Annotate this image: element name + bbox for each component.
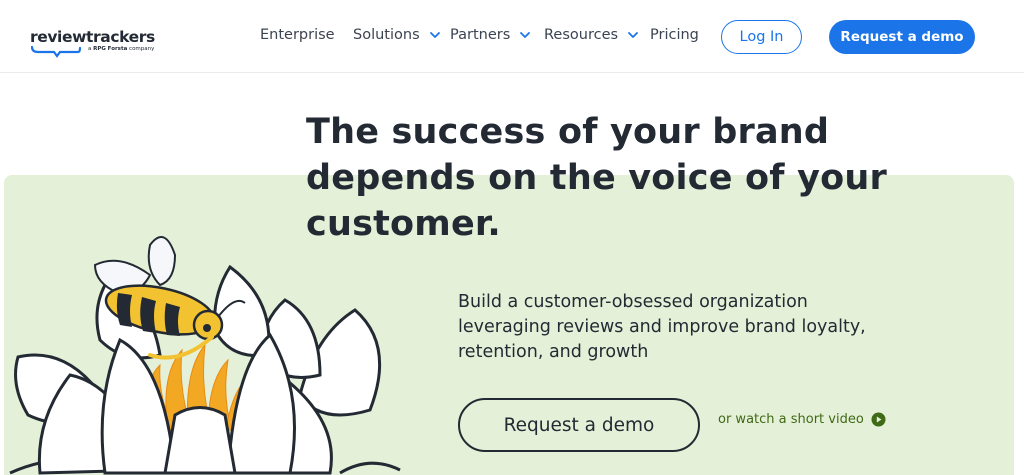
watch-video-link[interactable]: or watch a short video xyxy=(718,412,886,427)
nav-item-label: Partners xyxy=(450,27,511,43)
nav-item-partners[interactable]: Partners xyxy=(450,27,532,43)
watch-video-label: or watch a short video xyxy=(718,412,864,427)
request-demo-hero-button[interactable]: Request a demo xyxy=(458,398,700,452)
chevron-down-icon xyxy=(628,32,638,38)
hero-headline-line: depends on the voice of your xyxy=(306,158,887,198)
hero-headline-line: customer. xyxy=(306,204,501,244)
request-demo-header-button[interactable]: Request a demo xyxy=(829,20,975,54)
hero-headline-line: The success of your brand xyxy=(306,112,830,152)
hero-subheading-line: retention, and growth xyxy=(458,342,649,362)
nav-item-label: Pricing xyxy=(650,27,699,43)
nav-item-label: Resources xyxy=(544,27,619,43)
nav-item-label: Enterprise xyxy=(260,27,335,43)
speech-bubble-icon xyxy=(30,45,82,58)
nav-item-label: Solutions xyxy=(353,27,420,43)
bee-on-water-lily-illustration xyxy=(9,236,401,475)
login-button[interactable]: Log In xyxy=(721,20,802,54)
nav-item-resources[interactable]: Resources xyxy=(544,27,640,43)
hero-subheading: Build a customer-obsessed organization l… xyxy=(458,290,908,365)
reviewtrackers-logo[interactable]: reviewtrackers a RPG Forsta company xyxy=(30,28,155,62)
nav-item-enterprise[interactable]: Enterprise xyxy=(260,27,335,43)
hero-subheading-line: leveraging reviews and improve brand loy… xyxy=(458,317,866,337)
chevron-down-icon xyxy=(520,32,531,38)
hero-headline: The success of your brand depends on the… xyxy=(306,109,946,247)
site-header: reviewtrackers a RPG Forsta company Ente… xyxy=(0,0,1024,73)
nav-item-pricing[interactable]: Pricing xyxy=(650,27,699,43)
logo-tagline: a RPG Forsta company xyxy=(88,46,155,52)
nav-item-solutions[interactable]: Solutions xyxy=(353,27,442,43)
chevron-down-icon xyxy=(429,32,440,38)
hero-subheading-line: Build a customer-obsessed organization xyxy=(458,292,808,312)
play-circle-icon xyxy=(871,412,886,427)
